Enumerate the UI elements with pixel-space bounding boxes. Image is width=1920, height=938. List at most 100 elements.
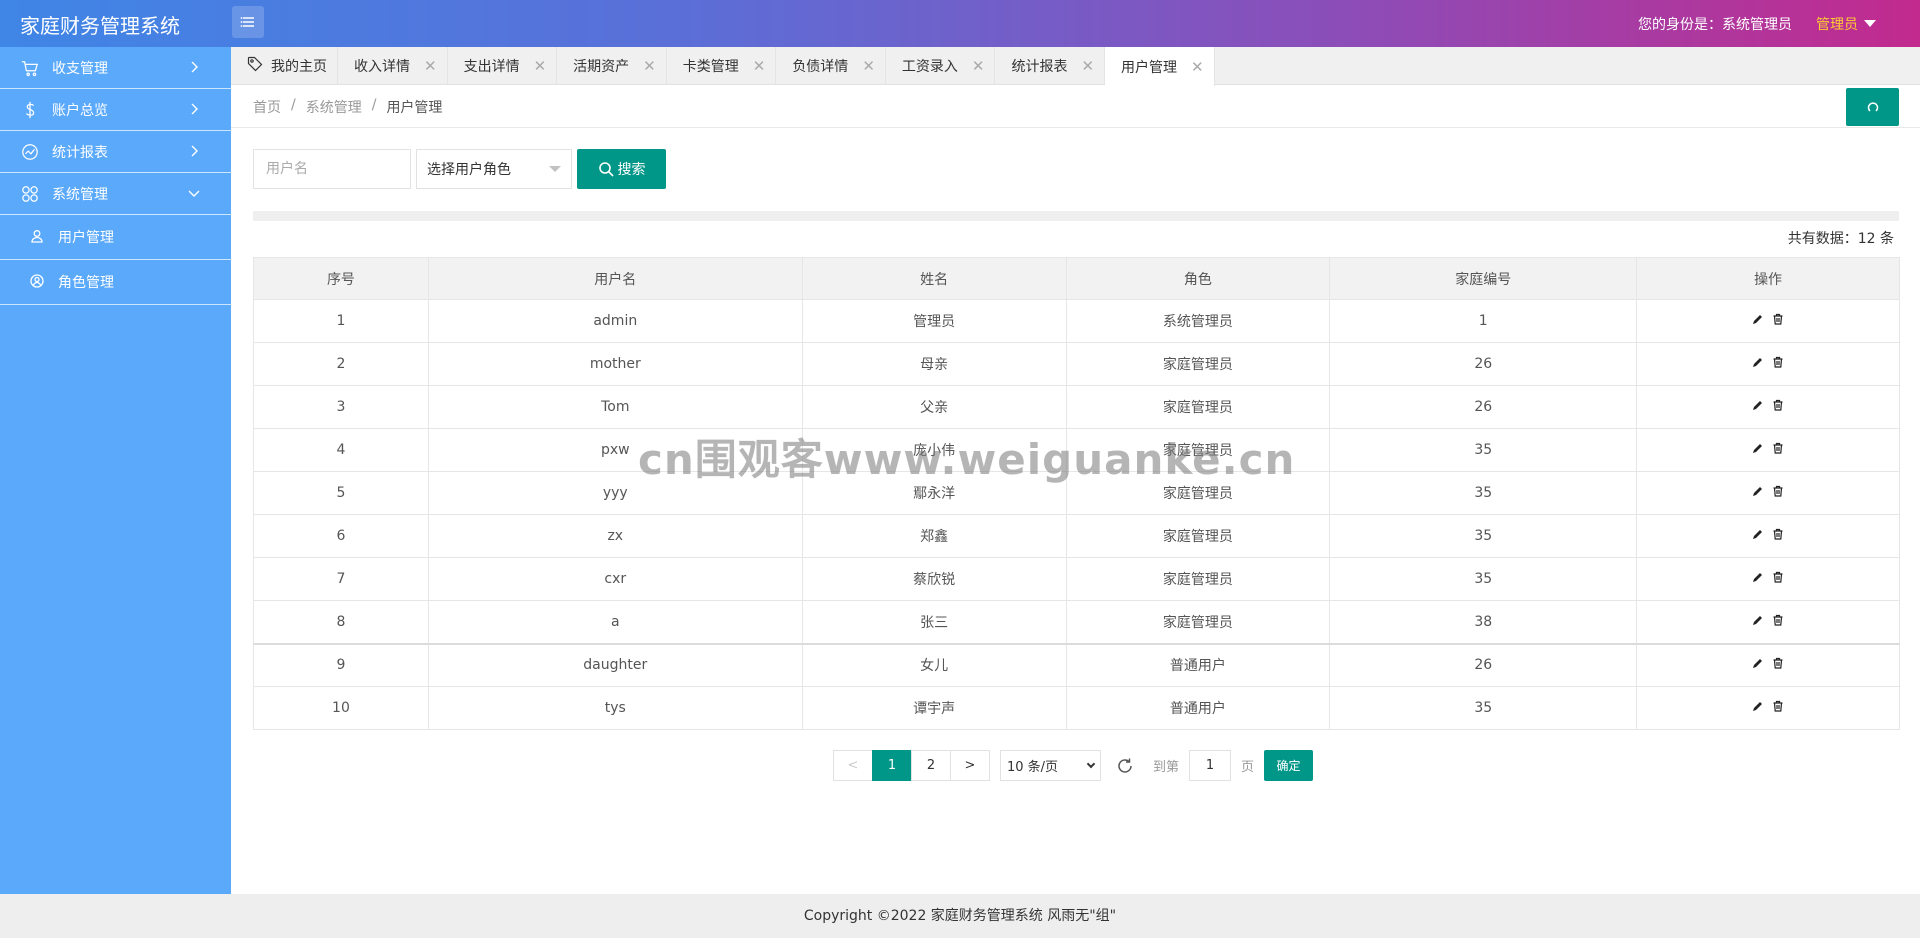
trash-icon[interactable] xyxy=(1772,614,1784,626)
table-cell: mother xyxy=(427,342,803,386)
search-icon xyxy=(598,162,614,177)
trash-icon[interactable] xyxy=(1772,399,1784,411)
page-2-button[interactable]: 2 xyxy=(911,750,951,781)
tab-label: 工资录入 xyxy=(901,59,958,75)
refresh-button[interactable] xyxy=(1846,88,1899,126)
trash-icon[interactable] xyxy=(1772,485,1784,497)
edit-icon[interactable] xyxy=(1752,614,1764,626)
page-1-button[interactable]: 1 xyxy=(872,750,912,781)
refresh-icon[interactable] xyxy=(1115,756,1135,776)
table-cell: cxr xyxy=(427,557,803,601)
edit-icon[interactable] xyxy=(1752,528,1764,540)
edit-icon[interactable] xyxy=(1752,571,1764,583)
trash-icon[interactable] xyxy=(1772,657,1784,669)
top-header: 家庭财务管理系统 您的身份是：系统管理员 管理员 xyxy=(0,0,1920,47)
trash-icon[interactable] xyxy=(1772,442,1784,454)
tab-label: 活期资产 xyxy=(573,59,630,75)
close-icon[interactable]: ✕ xyxy=(1081,57,1094,75)
trash-icon[interactable] xyxy=(1772,356,1784,368)
table-row: 10 tys 谭宇声 普通用户 35 xyxy=(253,686,1900,730)
close-icon[interactable]: ✕ xyxy=(643,57,656,75)
close-icon[interactable]: ✕ xyxy=(753,57,766,75)
user-icon xyxy=(30,229,46,245)
tab-income[interactable]: 收入详情 ✕ xyxy=(338,47,448,85)
breadcrumb: 首页 / 系统管理 / 用户管理 xyxy=(253,97,442,117)
tab-debt[interactable]: 负债详情 ✕ xyxy=(776,47,886,85)
tab-label: 负债详情 xyxy=(792,59,849,75)
username-search-input[interactable] xyxy=(253,149,411,189)
table-cell: 5 xyxy=(253,471,429,515)
sidebar-item-reports[interactable]: 统计报表 xyxy=(0,131,231,173)
table-cell: 35 xyxy=(1329,686,1638,730)
tab-label: 支出详情 xyxy=(463,59,520,75)
search-button[interactable]: 搜索 xyxy=(577,149,666,189)
tab-salary[interactable]: 工资录入 ✕ xyxy=(886,47,996,85)
breadcrumb-separator: / xyxy=(371,97,377,113)
table-cell-actions xyxy=(1636,514,1900,558)
confirm-jump-button[interactable]: 确定 xyxy=(1264,750,1314,781)
cart-icon xyxy=(20,58,40,78)
sidebar-item-system[interactable]: 系统管理 xyxy=(0,173,231,215)
sidebar-subitem-label: 用户管理 xyxy=(58,230,114,246)
users-table: 序号 用户名 姓名 角色 家庭编号 操作 1 admin 管理员 系统管理员 1 2 mot… xyxy=(253,257,1900,730)
edit-icon[interactable] xyxy=(1752,657,1764,669)
close-icon[interactable]: ✕ xyxy=(972,57,985,75)
close-icon[interactable]: ✕ xyxy=(1191,58,1204,76)
search-form: 选择用户角色 搜索 xyxy=(253,149,666,189)
close-icon[interactable]: ✕ xyxy=(424,57,437,75)
sidebar-item-income-expense[interactable]: 收支管理 xyxy=(0,47,231,89)
dollar-icon xyxy=(20,100,40,120)
breadcrumb-bar: 首页 / 系统管理 / 用户管理 xyxy=(231,85,1920,128)
jump-page-input[interactable] xyxy=(1189,750,1232,781)
trash-icon[interactable] xyxy=(1772,313,1784,325)
table-row: 4 pxw 庞小伟 家庭管理员 35 xyxy=(253,428,1900,472)
column-header: 操作 xyxy=(1636,257,1900,300)
table-row: 9 daughter 女儿 普通用户 26 xyxy=(253,642,1900,687)
table-cell: yyy xyxy=(427,471,803,515)
sidebar-item-accounts[interactable]: 账户总览 xyxy=(0,89,231,131)
edit-icon[interactable] xyxy=(1752,485,1764,497)
edit-icon[interactable] xyxy=(1752,313,1764,325)
breadcrumb-home[interactable]: 首页 xyxy=(253,97,281,117)
breadcrumb-system[interactable]: 系统管理 xyxy=(306,97,362,117)
table-cell: 2 xyxy=(253,342,429,386)
table-row: 1 admin 管理员 系统管理员 1 xyxy=(253,299,1900,343)
menu-toggle-button[interactable] xyxy=(232,6,264,38)
per-page-select[interactable]: 10 条/页 xyxy=(1000,750,1101,781)
tab-assets[interactable]: 活期资产 ✕ xyxy=(557,47,667,85)
table-cell: 6 xyxy=(253,514,429,558)
tab-cards[interactable]: 卡类管理 ✕ xyxy=(667,47,777,85)
chevron-down-icon xyxy=(188,190,200,197)
table-cell: 普通用户 xyxy=(1065,642,1331,687)
column-header: 角色 xyxy=(1065,257,1331,300)
close-icon[interactable]: ✕ xyxy=(534,57,547,75)
prev-page-button[interactable]: < xyxy=(833,750,873,781)
table-row: 7 cxr 蔡欣锐 家庭管理员 35 xyxy=(253,557,1900,601)
sidebar-subitem-users[interactable]: 用户管理 xyxy=(0,215,231,260)
edit-icon[interactable] xyxy=(1752,700,1764,712)
sidebar-item-label: 系统管理 xyxy=(52,186,108,203)
trash-icon[interactable] xyxy=(1772,571,1784,583)
edit-icon[interactable] xyxy=(1752,399,1764,411)
tab-reports[interactable]: 统计报表 ✕ xyxy=(995,47,1106,85)
tab-home[interactable]: 我的主页 xyxy=(231,47,338,85)
role-select[interactable]: 选择用户角色 xyxy=(416,149,572,189)
table-cell-actions xyxy=(1636,600,1900,644)
next-page-button[interactable]: > xyxy=(950,750,990,781)
refresh-icon xyxy=(1867,102,1878,112)
user-menu[interactable]: 管理员 xyxy=(1816,14,1876,34)
tab-users[interactable]: 用户管理 ✕ xyxy=(1105,47,1215,86)
edit-icon[interactable] xyxy=(1752,442,1764,454)
close-icon[interactable]: ✕ xyxy=(862,57,875,75)
trash-icon[interactable] xyxy=(1772,528,1784,540)
edit-icon[interactable] xyxy=(1752,356,1764,368)
sidebar-subitem-roles[interactable]: 角色管理 xyxy=(0,260,231,305)
role-select-value: 选择用户角色 xyxy=(427,162,511,178)
table-cell-actions xyxy=(1636,471,1900,515)
tab-expense[interactable]: 支出详情 ✕ xyxy=(448,47,558,85)
tab-label: 我的主页 xyxy=(271,59,327,75)
table-cell-actions xyxy=(1636,428,1900,472)
trash-icon[interactable] xyxy=(1772,700,1784,712)
tag-icon xyxy=(247,56,263,76)
table-cell: 8 xyxy=(253,600,429,644)
